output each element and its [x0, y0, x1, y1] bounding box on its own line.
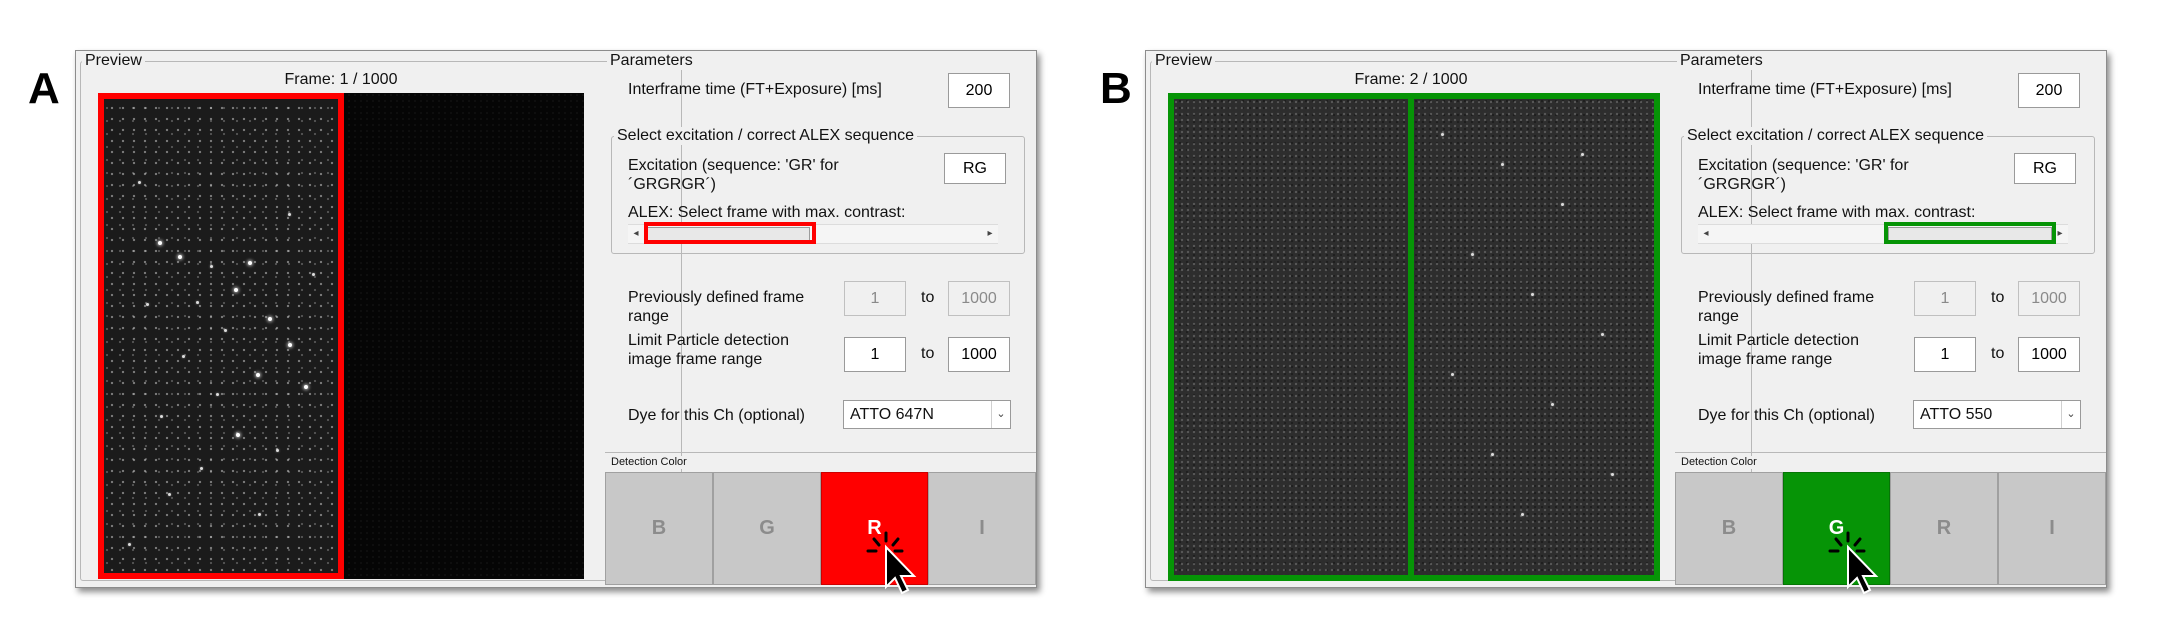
- slider-highlight-box: [1884, 222, 2056, 244]
- frame-label: Frame: 2 / 1000: [1354, 71, 1468, 88]
- parameters-title: Parameters: [1677, 52, 1766, 70]
- dye-label: Dye for this Ch (optional): [1698, 407, 1875, 424]
- frame-label: Frame: 1 / 1000: [284, 71, 398, 88]
- prev-range-label: Previously defined frame range: [1698, 289, 1875, 325]
- dye-select[interactable]: ATTO 550 ⌄: [1913, 400, 2081, 429]
- detection-b-button[interactable]: B: [605, 472, 713, 585]
- mouse-cursor-icon: [866, 531, 917, 595]
- right-channel-highlight-box: [1408, 93, 1660, 581]
- dye-select-value: ATTO 550: [1920, 406, 1993, 423]
- left-channel-highlight-box: [1168, 93, 1414, 581]
- excitation-group-title: Select excitation / correct ALEX sequenc…: [1684, 127, 1988, 145]
- scroll-left-icon[interactable]: ◂: [1698, 225, 1714, 243]
- detection-b-button[interactable]: B: [1675, 472, 1783, 585]
- limit-range-label: Limit Particle detection image frame ran…: [628, 332, 789, 368]
- limit-range-to-word: to: [1991, 345, 2005, 362]
- detection-i-button[interactable]: I: [1998, 472, 2106, 585]
- dye-select-value: ATTO 647N: [850, 406, 934, 423]
- scroll-right-icon[interactable]: ▸: [982, 225, 998, 243]
- detection-color-title: Detection Color: [1678, 456, 1760, 469]
- right-channel-image: [341, 93, 584, 579]
- preview-title: Preview: [82, 52, 145, 70]
- limit-range-label: Limit Particle detection image frame ran…: [1698, 332, 1859, 368]
- window-a: Preview Frame: 1 / 1000 Parameters Inter…: [75, 50, 1037, 595]
- slider-highlight-box: [644, 222, 816, 244]
- channel-highlight-box: [98, 93, 344, 579]
- prev-range-from-input: [1914, 281, 1976, 316]
- limit-range-from-input[interactable]: [1914, 337, 1976, 372]
- limit-range-to-input[interactable]: [948, 337, 1010, 372]
- dye-label: Dye for this Ch (optional): [628, 407, 805, 424]
- limit-range-from-input[interactable]: [844, 337, 906, 372]
- interframe-input[interactable]: [948, 73, 1010, 108]
- parameters-title: Parameters: [607, 52, 696, 70]
- prev-range-to-word: to: [1991, 289, 2005, 306]
- prev-range-to-input: [2018, 281, 2080, 316]
- prev-range-to-word: to: [921, 289, 935, 306]
- detection-color-buttons: B G R I: [605, 472, 1036, 585]
- excitation-label: Excitation (sequence: 'GR' for ´GRGRGR´): [628, 157, 839, 193]
- alex-label: ALEX: Select frame with max. contrast:: [628, 204, 906, 221]
- chevron-down-icon[interactable]: ⌄: [991, 401, 1010, 428]
- window-b: Preview Frame: 2 / 1000 Parameters Inter…: [1145, 50, 2107, 595]
- prev-range-label: Previously defined frame range: [628, 289, 805, 325]
- limit-range-to-word: to: [921, 345, 935, 362]
- panel-label-b: B: [1100, 64, 1132, 113]
- excitation-input[interactable]: [2014, 153, 2076, 184]
- chevron-down-icon[interactable]: ⌄: [2061, 401, 2080, 428]
- detection-color-buttons: B G R I: [1675, 472, 2106, 585]
- prev-range-to-input: [948, 281, 1010, 316]
- interframe-label: Interframe time (FT+Exposure) [ms]: [628, 81, 882, 98]
- interframe-input[interactable]: [2018, 73, 2080, 108]
- mouse-cursor-icon: [1828, 531, 1879, 595]
- detection-g-button[interactable]: G: [713, 472, 821, 585]
- detection-color-title: Detection Color: [608, 456, 690, 469]
- interframe-label: Interframe time (FT+Exposure) [ms]: [1698, 81, 1952, 98]
- detection-i-button[interactable]: I: [928, 472, 1036, 585]
- dye-select[interactable]: ATTO 647N ⌄: [843, 400, 1011, 429]
- scroll-left-icon[interactable]: ◂: [628, 225, 644, 243]
- prev-range-from-input: [844, 281, 906, 316]
- preview-title: Preview: [1152, 52, 1215, 70]
- detection-r-button[interactable]: R: [1890, 472, 1998, 585]
- alex-label: ALEX: Select frame with max. contrast:: [1698, 204, 1976, 221]
- excitation-group-title: Select excitation / correct ALEX sequenc…: [614, 127, 918, 145]
- panel-label-a: A: [28, 64, 60, 113]
- limit-range-to-input[interactable]: [2018, 337, 2080, 372]
- excitation-label: Excitation (sequence: 'GR' for ´GRGRGR´): [1698, 157, 1909, 193]
- excitation-input[interactable]: [944, 153, 1006, 184]
